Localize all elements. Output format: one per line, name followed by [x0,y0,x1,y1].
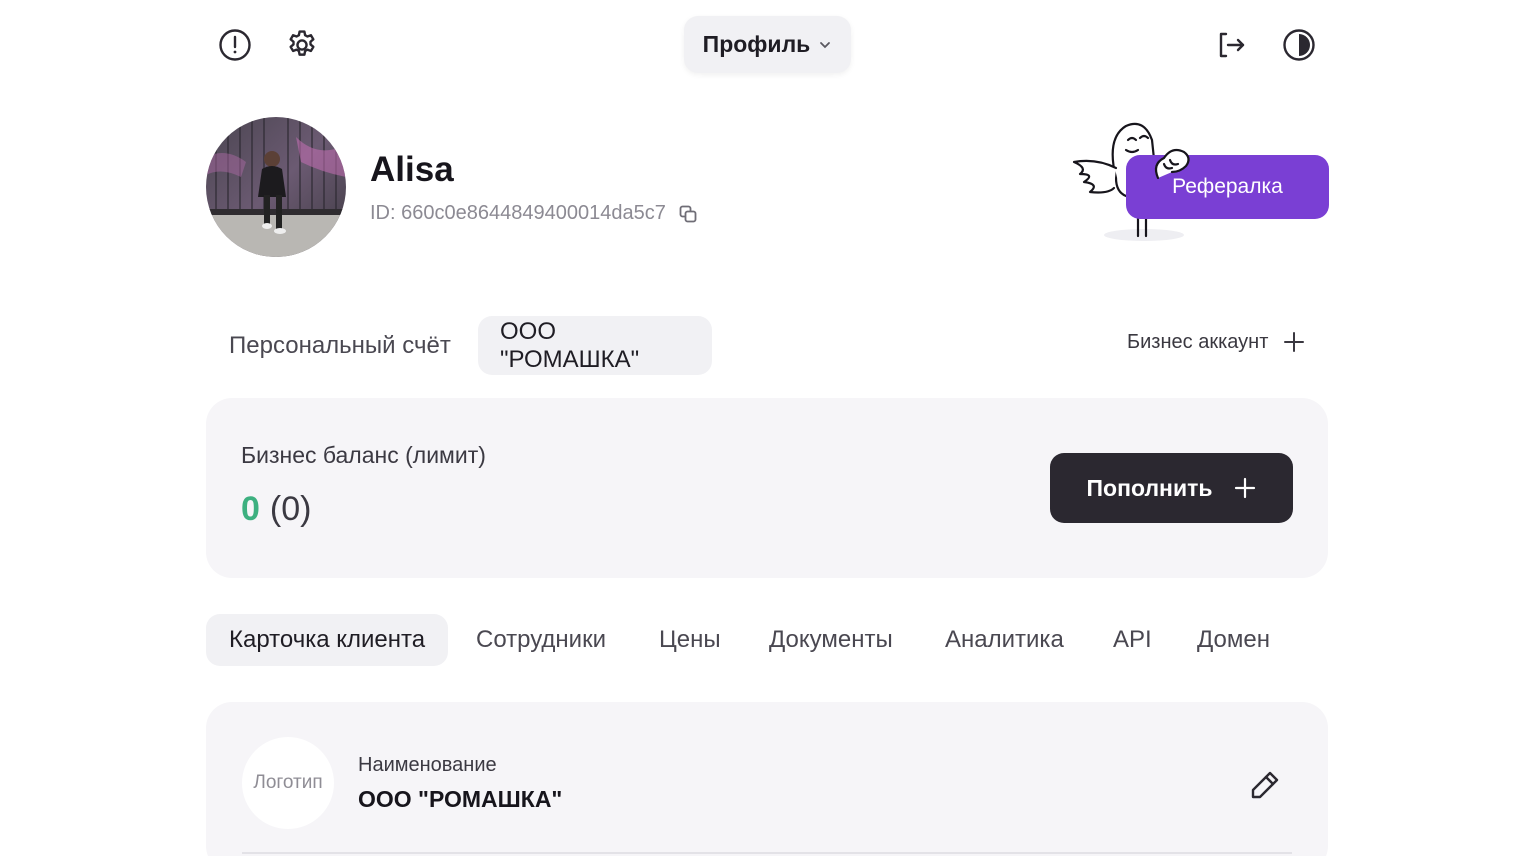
tab-domain[interactable]: Домен [1197,614,1270,666]
logo-upload[interactable]: Логотип [242,737,334,829]
balance-card: Бизнес баланс (лимит) 0 (0) Пополнить [206,398,1328,578]
user-id: ID: 660c0e8644849400014da5c7 [370,202,666,224]
divider [242,852,1292,854]
theme-toggle-icon [1282,28,1316,62]
alert-circle-icon [218,28,252,62]
referral-block: Рефералка [1066,118,1332,248]
client-card: Логотип Наименование ООО "РОМАШКА" [206,702,1328,856]
topup-label: Пополнить [1086,474,1213,501]
theme-toggle-button[interactable] [1279,25,1319,65]
plus-icon [1233,476,1257,500]
balance-title: Бизнес баланс (лимит) [241,442,486,468]
tab-label: Персональный счёт [229,331,451,359]
tab-client-card[interactable]: Карточка клиента [206,614,449,666]
tab-label: Документы [769,626,893,653]
avatar[interactable] [206,117,346,257]
settings-button[interactable] [282,25,322,65]
tab-label: Домен [1197,626,1270,653]
balance-amount: 0 [241,490,260,528]
gear-icon [285,28,319,62]
user-name: Alisa [370,150,454,189]
tab-documents[interactable]: Документы [769,614,893,666]
balance-value: 0 (0) [241,490,311,529]
profile-menu-button[interactable]: Профиль [684,16,851,73]
tab-employees[interactable]: Сотрудники [476,614,606,666]
logout-icon [1215,28,1249,62]
copy-icon[interactable] [678,204,698,224]
chevron-down-icon [818,38,832,52]
tab-label: API [1113,626,1152,653]
tab-prices[interactable]: Цены [659,614,721,666]
alert-button[interactable] [215,25,255,65]
logo-placeholder: Логотип [253,772,323,793]
pencil-icon[interactable] [1248,768,1282,802]
plus-icon [1282,330,1306,354]
tab-label: Цены [659,626,721,653]
tab-label: Карточка клиента [229,626,426,653]
profile-menu-label: Профиль [702,31,811,57]
tab-label: ООО "РОМАШКА" [500,317,640,373]
add-business-label: Бизнес аккаунт [1127,330,1269,353]
balance-limit: (0) [269,490,312,528]
name-field-value: ООО "РОМАШКА" [358,786,563,812]
add-business-account-button[interactable]: Бизнес аккаунт [1127,330,1306,354]
tab-business-account-romashka[interactable]: ООО "РОМАШКА" [478,316,712,375]
topup-button[interactable]: Пополнить [1050,453,1293,523]
tab-analytics[interactable]: Аналитика [945,614,1064,666]
logout-button[interactable] [1212,25,1252,65]
tab-label: Сотрудники [476,626,606,653]
tab-api[interactable]: API [1113,614,1152,666]
name-field-label: Наименование [358,754,497,776]
user-id-row: ID: 660c0e8644849400014da5c7 [370,202,698,225]
bird-wing-icon [1150,142,1192,182]
tab-label: Аналитика [945,626,1064,653]
tab-personal-account[interactable]: Персональный счёт [207,316,473,375]
